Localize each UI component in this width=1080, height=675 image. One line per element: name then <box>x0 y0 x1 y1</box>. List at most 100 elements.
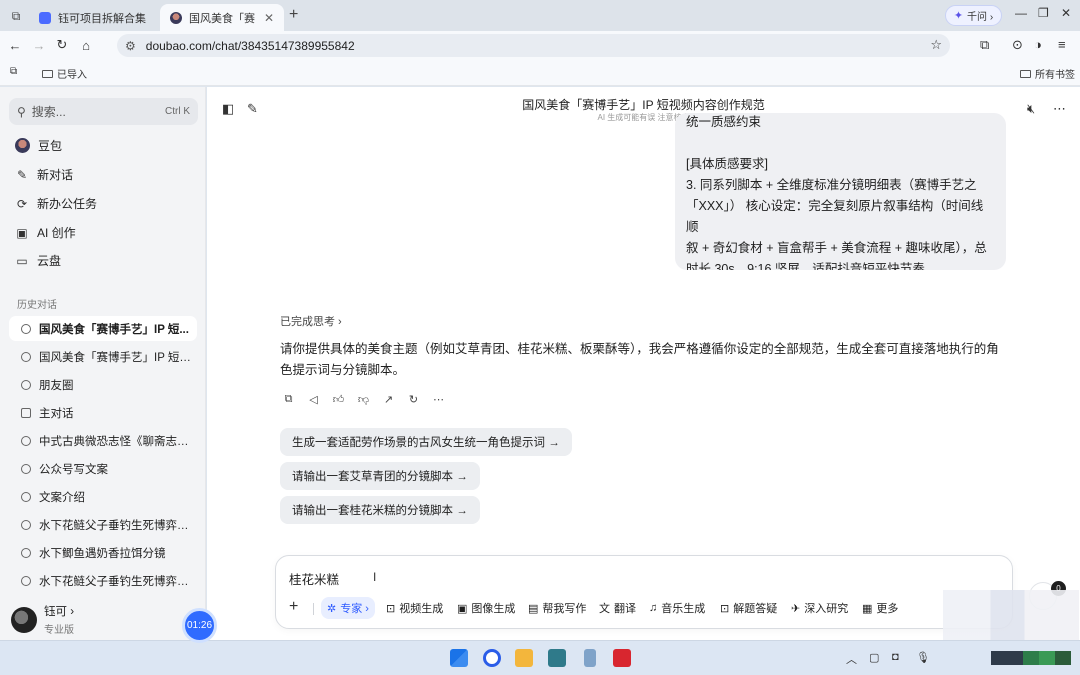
site-info-icon[interactable]: ⚙ <box>125 39 136 53</box>
deep-research-button[interactable]: ✈ 深入研究 <box>791 597 848 619</box>
history-item[interactable]: 国风美食「赛博手艺」IP 短视... <box>9 344 197 369</box>
close-tab-icon[interactable]: ✕ <box>264 11 274 25</box>
sidebar-item-ai-create[interactable]: ▣ AI 创作 <box>15 224 75 241</box>
chat-bubble-icon <box>21 351 31 362</box>
folder-icon: ▭ <box>16 253 28 268</box>
tab-groups-icon[interactable]: ⧉ <box>10 66 17 77</box>
regenerate-icon[interactable]: ↻ <box>407 393 420 406</box>
chat-bubble-icon <box>21 379 31 390</box>
tab-title: 国风美食「赛博手艺 <box>189 12 255 25</box>
copy-icon[interactable]: ⧉ <box>282 393 295 406</box>
forward-icon[interactable]: → <box>30 36 48 54</box>
image-generate-button[interactable]: ▣ 图像生成 <box>457 597 515 619</box>
history-item-label: 文案介绍 <box>39 491 85 504</box>
search-box[interactable]: ⚲ 搜索... Ctrl K <box>9 98 198 125</box>
phone-link-icon[interactable] <box>584 649 596 667</box>
user-profile[interactable]: 钰可 › 专业版 <box>11 603 74 636</box>
sidebar-item-cloud[interactable]: ▭ 云盘 <box>15 252 61 269</box>
message-line: 时长 30s，9:16 竖屏，适配抖音短平快节奏。 <box>686 262 938 270</box>
thumbs-down-icon[interactable]: 👎︎ <box>357 393 370 406</box>
translate-button[interactable]: 文 翻译 <box>599 597 636 619</box>
history-item[interactable]: 水下花鲢父子垂钓生死博弈短视... <box>9 512 197 537</box>
close-window-icon[interactable]: ✕ <box>1061 6 1071 20</box>
history-item-label: 中式古典微恐志怪《聊斋志异》... <box>39 435 197 448</box>
message-actions: ⧉ ◁ 👍︎ 👎︎ ↗ ↻ ⋯ <box>282 393 445 406</box>
message-composer[interactable]: 桂花米糕 I + ✲ 专家 › ⊡ 视频生成 ▣ 图像生成 ▤ 帮我写作 文 翻… <box>275 555 1013 629</box>
history-item[interactable]: 中式古典微恐志怪《聊斋志异》... <box>9 428 197 453</box>
folder-icon <box>42 69 53 78</box>
more-icon[interactable]: ⋯ <box>1053 101 1066 117</box>
tray-expand-icon[interactable]: ︿ <box>846 651 857 667</box>
video-generate-button[interactable]: ⊡ 视频生成 <box>386 597 443 619</box>
message-line: 叙 + 奇幻食材 + 盲盒帮手 + 美食流程 + 趣味收尾），总 <box>686 241 987 255</box>
chip-label: 更多 <box>876 603 899 615</box>
message-line: 3. 同系列脚本 + 全维度标准分镜明细表（赛博手艺之 <box>686 178 977 192</box>
writing-button[interactable]: ▤ 帮我写作 <box>528 597 586 619</box>
tray-app-icon[interactable]: ◘ <box>892 651 899 663</box>
chat-bubble-icon <box>21 491 31 502</box>
more-icon[interactable]: ⋯ <box>432 393 445 406</box>
bookmark-all[interactable]: 所有书签 <box>1020 66 1075 81</box>
music-generate-button[interactable]: ♫ 音乐生成 <box>649 597 705 619</box>
bookmark-imported[interactable]: 已导入 <box>42 66 87 81</box>
history-item[interactable]: 水下鲫鱼遇奶香拉饵分镜 <box>9 540 197 565</box>
tray-clipboard-icon[interactable]: ▢ <box>869 651 879 664</box>
tab-current-chat[interactable]: 国风美食「赛博手艺 ✕ <box>160 4 284 31</box>
thinking-toggle[interactable]: 已完成思考 › <box>280 313 342 329</box>
browser-app-icon[interactable] <box>483 649 501 667</box>
thumbs-up-icon[interactable]: 👍︎ <box>332 393 345 406</box>
new-tab-button[interactable]: + <box>289 6 298 24</box>
menu-icon[interactable]: ≡ <box>1058 37 1066 52</box>
history-item[interactable]: 国风美食「赛博手艺」IP 短... <box>9 316 197 341</box>
address-bar[interactable]: ⚙ doubao.com/chat/38435147389955842 ☆ <box>117 34 950 57</box>
mute-icon[interactable]: 🔇︎ <box>1027 101 1035 117</box>
share-icon[interactable]: ↗ <box>382 393 395 406</box>
download-icon[interactable]: ⊙ <box>1012 37 1023 53</box>
sidebar-item-doubao[interactable]: 豆包 <box>15 137 62 154</box>
recording-timer[interactable]: 01:26 <box>182 608 217 643</box>
video-editor-icon[interactable] <box>613 649 631 667</box>
message-line: [具体质感要求] <box>686 157 768 171</box>
bookmark-star-icon[interactable]: ☆ <box>930 37 942 53</box>
history-item[interactable]: 主对话 <box>9 400 197 425</box>
home-icon[interactable]: ⌂ <box>77 36 95 54</box>
research-icon: ✈ <box>791 602 801 615</box>
reload-icon[interactable]: ↻ <box>53 36 71 54</box>
qianwen-button[interactable]: ✦ 千问 › <box>945 5 1002 26</box>
history-item[interactable]: 水下花鲢父子垂钓生死博弈短视... <box>9 568 197 593</box>
history-item[interactable]: 文案介绍 <box>9 484 197 509</box>
notes-app-icon[interactable] <box>548 649 566 667</box>
solve-button[interactable]: ⊡ 解题答疑 <box>720 597 777 619</box>
grid-icon: ▦ <box>862 602 873 615</box>
minimize-icon[interactable]: — <box>1015 6 1027 20</box>
edit-icon: ✎ <box>16 167 28 182</box>
extensions-icon[interactable]: ⧉ <box>980 37 989 53</box>
history-item[interactable]: 公众号写文案 <box>9 456 197 481</box>
sidebar-item-office-task[interactable]: ⟳ 新办公任务 <box>15 195 97 212</box>
write-icon: ▤ <box>528 602 539 615</box>
suggestion-chip[interactable]: 请输出一套桂花米糕的分镜脚本 → <box>280 496 480 524</box>
composer-input[interactable]: 桂花米糕 <box>289 569 339 588</box>
chat-bubble-icon <box>21 547 31 558</box>
suggestion-chip[interactable]: 生成一套适配劳作场景的古风女生统一角色提示词 → <box>280 428 572 456</box>
tab-title: 钰可项目拆解合集【每日 <box>58 12 149 25</box>
file-explorer-icon[interactable] <box>515 649 533 667</box>
sidebar-item-new-chat[interactable]: ✎ 新对话 <box>15 166 73 183</box>
tab-project-collection[interactable]: 钰可项目拆解合集【每日 <box>29 4 159 31</box>
add-attachment-icon[interactable]: + <box>289 598 298 616</box>
speaker-icon[interactable]: ◁ <box>307 393 320 406</box>
chat-bubble-icon <box>21 519 31 530</box>
history-item-label: 水下花鲢父子垂钓生死博弈短视... <box>39 519 197 532</box>
profile-icon[interactable]: ◑ <box>1034 37 1042 52</box>
windows-start-icon[interactable] <box>450 649 468 667</box>
back-icon[interactable]: ← <box>6 36 24 54</box>
more-tools-button[interactable]: ▦ 更多 <box>862 597 898 619</box>
sidebar-item-label: 云盘 <box>37 254 62 268</box>
expert-mode-button[interactable]: ✲ 专家 › <box>321 597 375 619</box>
suggestion-chip[interactable]: 请输出一套艾草青团的分镜脚本 → <box>280 462 480 490</box>
restore-icon[interactable]: ❐ <box>1038 6 1049 20</box>
search-shortcut: Ctrl K <box>165 106 190 117</box>
microphone-icon[interactable]: 🎙︎ <box>916 651 930 664</box>
tab-actions-icon[interactable]: ⧉ <box>6 6 26 26</box>
history-item[interactable]: 朋友圈 <box>9 372 197 397</box>
